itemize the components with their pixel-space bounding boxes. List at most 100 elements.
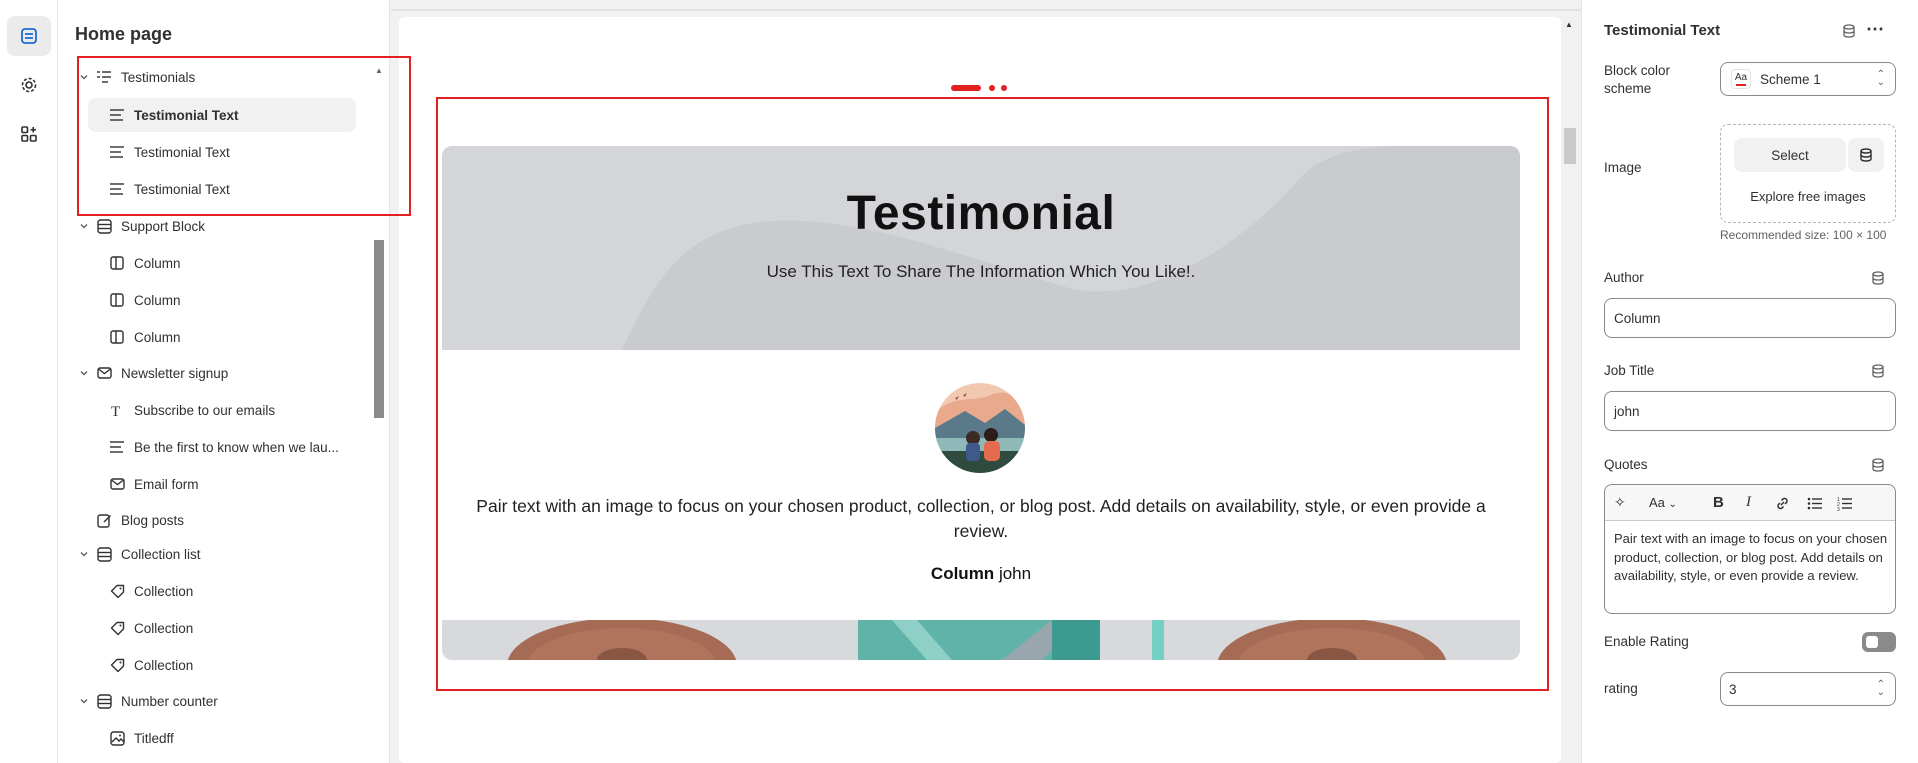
- tree-item-label: Column: [134, 292, 181, 308]
- column-icon: [106, 328, 128, 346]
- italic-icon[interactable]: I: [1746, 494, 1751, 511]
- tree-item-label: Be the first to know when we lau...: [134, 439, 339, 455]
- tree-item-label: Number counter: [121, 693, 218, 709]
- tree-item[interactable]: Column: [88, 283, 356, 317]
- tree-item-label: Collection: [134, 657, 194, 673]
- text-lines-icon: [106, 106, 128, 124]
- sidebar-scrollbar[interactable]: [374, 240, 384, 418]
- tree-item[interactable]: Titledff: [88, 721, 356, 755]
- svg-text:3: 3: [1837, 507, 1840, 511]
- scroll-up-arrow-icon[interactable]: ▲: [375, 66, 383, 75]
- next-section-preview[interactable]: [442, 620, 1520, 660]
- tree-item-label: Column: [134, 329, 181, 345]
- tree-item[interactable]: Testimonial Text: [88, 135, 356, 169]
- dot-icon: [1001, 85, 1007, 91]
- color-scheme-select[interactable]: Aa Scheme 1 ⌃ ⌄: [1720, 62, 1896, 96]
- rating-label: rating: [1604, 681, 1638, 696]
- drag-handle-icon[interactable]: [951, 85, 981, 91]
- tree-item[interactable]: Blog posts: [75, 503, 375, 537]
- author-input[interactable]: Column: [1604, 298, 1896, 338]
- swatch-accent: [1736, 84, 1746, 86]
- svg-text:T: T: [111, 404, 120, 417]
- rating-select[interactable]: 3 ⌃ ⌄: [1720, 672, 1896, 706]
- scroll-up-arrow-icon[interactable]: ▲: [1565, 20, 1573, 29]
- more-actions-icon[interactable]: ⋯: [1866, 19, 1884, 40]
- dot-icon: [989, 85, 995, 91]
- tree-item-label: Testimonial Text: [134, 181, 230, 197]
- blog-icon: [93, 511, 115, 529]
- chevron-down-icon[interactable]: [75, 72, 93, 82]
- chevron-down-icon: ⌄: [1668, 499, 1677, 510]
- tree-item[interactable]: Support Block: [75, 209, 375, 243]
- tag-icon: [106, 619, 128, 637]
- tree-item[interactable]: Collection: [88, 611, 356, 645]
- settings-title: Testimonial Text: [1604, 22, 1721, 39]
- chevron-down-icon[interactable]: [75, 221, 93, 231]
- hero-subtitle: Use This Text To Share The Information W…: [766, 262, 1196, 281]
- tree-item-label: Support Block: [121, 218, 206, 234]
- apps-icon[interactable]: [7, 114, 51, 154]
- tree-item[interactable]: T Subscribe to our emails: [88, 393, 356, 427]
- tree-item[interactable]: Column: [88, 320, 356, 354]
- job-title-input[interactable]: john: [1604, 391, 1896, 431]
- link-icon[interactable]: [1775, 496, 1790, 514]
- color-scheme-value: Scheme 1: [1760, 71, 1821, 87]
- quotes-textarea[interactable]: Pair text with an image to focus on your…: [1614, 530, 1888, 586]
- divider: [391, 9, 1581, 11]
- select-arrows-icon: ⌃ ⌄: [1876, 679, 1885, 698]
- sections-icon[interactable]: [7, 16, 51, 56]
- image-source-icon[interactable]: [1848, 138, 1884, 172]
- tree-item[interactable]: Collection: [88, 648, 356, 682]
- tree-item[interactable]: Email form: [88, 467, 356, 501]
- select-image-button[interactable]: Select: [1734, 138, 1846, 172]
- tree-item[interactable]: Be the first to know when we lau...: [88, 430, 356, 464]
- chevron-down-icon[interactable]: [75, 368, 93, 378]
- text-lines-icon: [106, 438, 128, 456]
- font-style-button[interactable]: Aa ⌄: [1649, 495, 1677, 510]
- tree-item-label: Testimonial Text: [134, 107, 239, 123]
- dynamic-source-icon[interactable]: [1841, 23, 1857, 39]
- preview-scrollbar[interactable]: [1564, 128, 1576, 164]
- tree-item-label: Collection: [134, 620, 194, 636]
- bullet-list-icon[interactable]: [1807, 496, 1823, 514]
- ai-sparkle-icon[interactable]: ✧: [1614, 494, 1626, 511]
- dynamic-source-icon[interactable]: [1870, 457, 1886, 473]
- bold-icon[interactable]: B: [1713, 494, 1724, 511]
- tree-item[interactable]: Collection: [88, 574, 356, 608]
- image-icon: [106, 729, 128, 747]
- tree-item[interactable]: Newsletter signup: [75, 356, 375, 390]
- select-arrows-icon: ⌃ ⌄: [1876, 69, 1885, 88]
- tree-item[interactable]: Number counter: [75, 684, 375, 718]
- color-scheme-swatch: Aa: [1731, 69, 1751, 89]
- tree-item[interactable]: Testimonial Text: [88, 98, 356, 132]
- tree-item-label: Newsletter signup: [121, 365, 229, 381]
- dynamic-source-icon[interactable]: [1870, 270, 1886, 286]
- font-style-label: Aa: [1649, 495, 1665, 510]
- email-icon: [106, 475, 128, 493]
- rating-value: 3: [1729, 681, 1737, 697]
- chevron-down-icon[interactable]: [75, 549, 93, 559]
- image-label: Image: [1604, 160, 1642, 175]
- enable-rating-toggle[interactable]: [1862, 632, 1896, 652]
- tree-item[interactable]: Collection list: [75, 537, 375, 571]
- tag-icon: [106, 582, 128, 600]
- tree-item-label: Blog posts: [121, 512, 185, 528]
- page-title: Home page: [75, 24, 173, 44]
- tree-item-label: Testimonials: [121, 69, 196, 85]
- tree-item[interactable]: Testimonials: [75, 60, 375, 94]
- tree-item-label: Collection: [134, 583, 194, 599]
- enable-rating-label: Enable Rating: [1604, 634, 1689, 649]
- chevron-down-icon[interactable]: [75, 696, 93, 706]
- dynamic-source-icon[interactable]: [1870, 363, 1886, 379]
- author-label: Author: [1604, 270, 1644, 285]
- text-lines-icon: [106, 143, 128, 161]
- testimonial-hero-banner[interactable]: [442, 146, 1520, 350]
- testimonial-quote: Pair text with an image to focus on your…: [476, 496, 1486, 541]
- tree-item-label: Testimonial Text: [134, 144, 230, 160]
- heading-t-icon: T: [106, 401, 128, 419]
- tree-item[interactable]: Column: [88, 246, 356, 280]
- tree-item[interactable]: Testimonial Text: [88, 172, 356, 206]
- explore-free-images-link[interactable]: Explore free images: [1720, 189, 1896, 204]
- theme-settings-gear-icon[interactable]: [7, 65, 51, 105]
- numbered-list-icon[interactable]: 123: [1837, 496, 1853, 514]
